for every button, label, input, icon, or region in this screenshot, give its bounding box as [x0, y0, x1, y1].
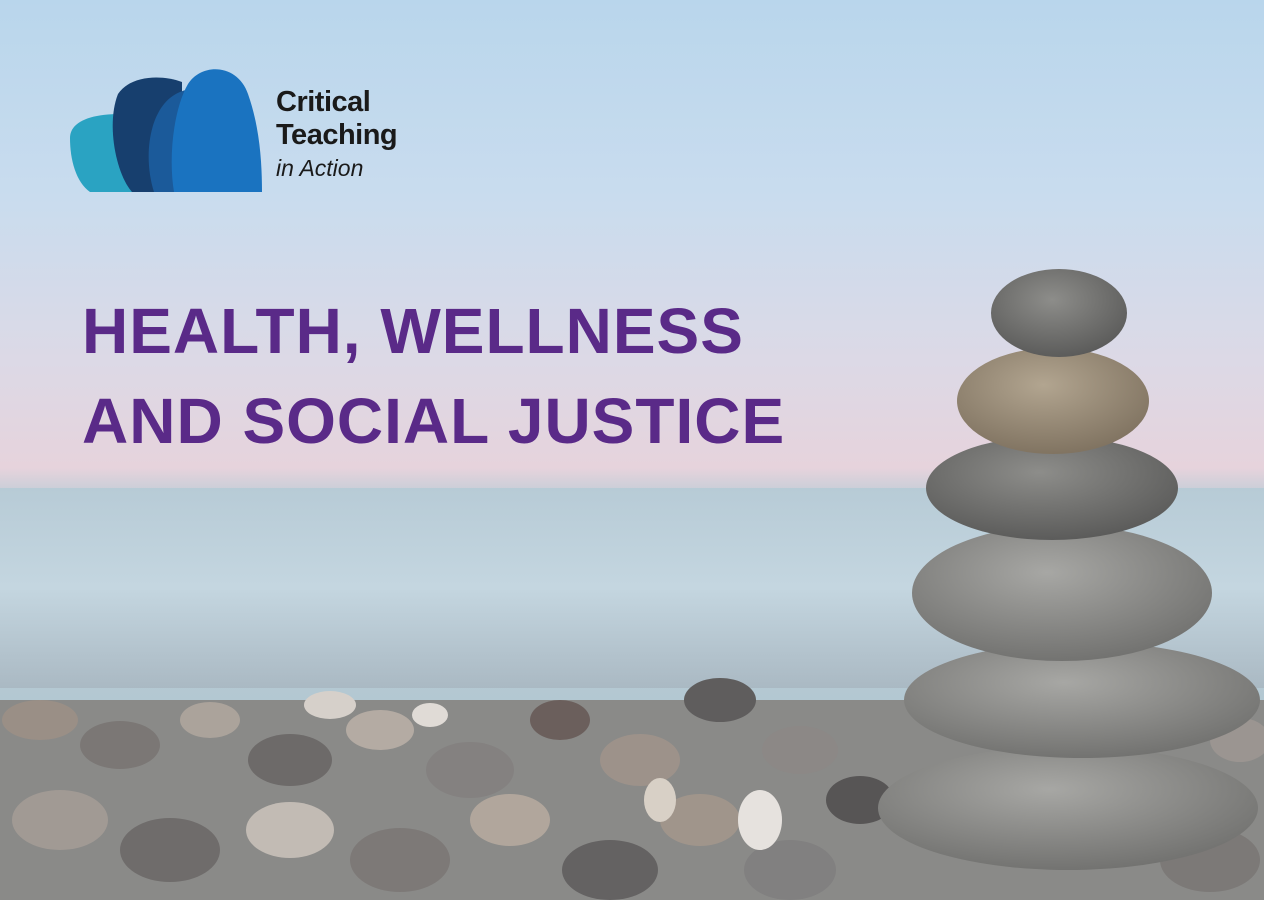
petal-logo-icon — [70, 69, 262, 192]
brand-name-line1: Critical — [276, 86, 371, 118]
stone-cairn — [878, 269, 1260, 870]
brand-wordmark: Critical Teaching in Action — [276, 86, 398, 182]
page-title: HEALTH, WELLNESS AND SOCIAL JUSTICE — [82, 286, 902, 466]
brand-logo: Critical Teaching in Action — [70, 64, 430, 196]
brand-name-line2: Teaching — [276, 119, 398, 151]
title-line1: HEALTH, WELLNESS — [82, 295, 744, 367]
brand-tagline: in Action — [276, 155, 364, 181]
title-line2: AND SOCIAL JUSTICE — [82, 385, 786, 457]
